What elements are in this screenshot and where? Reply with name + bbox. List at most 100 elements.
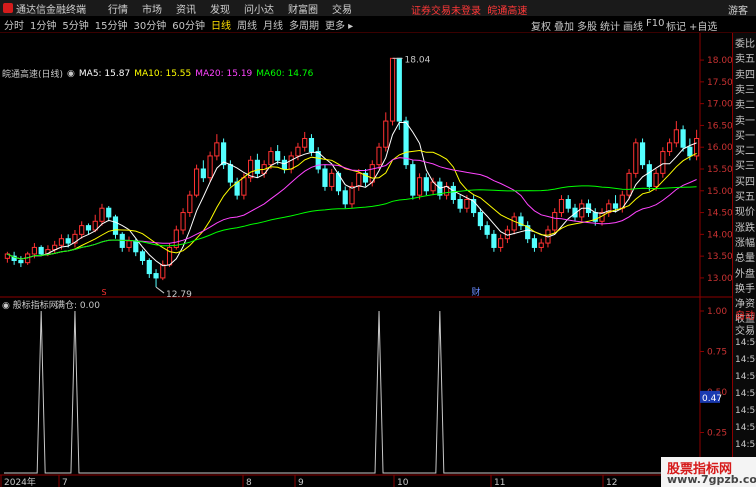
candle-body — [18, 260, 24, 264]
quote-label: 卖三 — [735, 84, 755, 96]
tool-adjust-button[interactable]: 复权 — [531, 18, 551, 33]
candle-body — [396, 57, 402, 122]
menu-item-trade[interactable]: 交易 — [332, 1, 352, 16]
candle-body — [342, 190, 348, 205]
candle-body — [180, 212, 186, 231]
indicator-tick-label: 1.00 — [707, 307, 727, 317]
candle-body — [558, 199, 565, 214]
candle-body — [484, 225, 490, 235]
candle-body — [275, 151, 281, 161]
candle-body — [85, 225, 92, 231]
period-1min[interactable]: 1分钟 — [30, 17, 56, 32]
candle-body — [666, 142, 673, 153]
high-annotation: 18.04 — [405, 55, 431, 65]
period-timeshare[interactable]: 分时 — [4, 17, 24, 32]
price-tick-label: 17.00 — [707, 100, 732, 110]
tick-time: 14:56 — [735, 406, 756, 416]
ma20-label: MA20: 15.19 — [195, 68, 253, 79]
quote-panel: 委比 卖五 卖四 卖三 卖二 卖一 买一 买二 买三 买四 买五 现价 涨跌 涨幅 总量 外盘 换手 净资 收益 自动… — [732, 33, 756, 487]
period-60min[interactable]: 60分钟 — [172, 17, 205, 32]
candle-body — [133, 240, 139, 253]
candle-body — [146, 260, 152, 275]
chart-area[interactable]: 18.00 17.50 17.00 16.50 16.00 15.50 15.00 14.50… — [0, 33, 732, 487]
candle-body — [531, 238, 538, 248]
period-weekly[interactable]: 周线 — [237, 17, 257, 32]
quote-label: 卖五 — [735, 54, 755, 66]
candle-body — [410, 164, 416, 196]
tool-overlay-button[interactable]: 叠加 — [554, 18, 574, 33]
candle-body — [65, 238, 71, 244]
candle-body — [389, 57, 396, 122]
candle-body — [356, 172, 362, 187]
tool-mark-button[interactable]: 标记 — [666, 18, 686, 33]
candle-body — [139, 251, 146, 262]
candle-body — [281, 159, 288, 170]
chart-info-line: 皖通高速(日线) ◉ MA5: 15.87 MA10: 15.55 MA20: … — [2, 67, 317, 81]
quote-label: 买二 — [735, 146, 755, 158]
candle-body — [295, 146, 301, 157]
candle-body — [187, 194, 193, 214]
tick-time: 14:56 — [735, 389, 756, 399]
candle-body — [383, 120, 389, 148]
candle-body — [214, 142, 220, 157]
watermark: 股票指标网 www.7gpzb.com — [661, 457, 756, 487]
price-tick-label: 15.50 — [707, 165, 732, 175]
login-notice[interactable]: 证券交易未登录 皖通高速 — [411, 2, 527, 17]
quote-label: 卖一 — [735, 115, 755, 127]
user-label[interactable]: 游客 — [728, 2, 748, 17]
tick-time: 14:56 — [735, 338, 756, 348]
period-monthly[interactable]: 月线 — [263, 17, 283, 32]
date-tick-label: 8 — [246, 478, 252, 487]
quote-label: 买一 — [735, 130, 755, 142]
menu-item-quotes[interactable]: 行情 — [108, 1, 128, 16]
kline-chart[interactable]: 18.00 17.50 17.00 16.50 16.00 15.50 15.00 14.50… — [0, 33, 732, 487]
candle-body — [268, 151, 274, 166]
low-annotation: 12.79 — [166, 290, 192, 300]
app-title: 通达信金融终端 — [16, 4, 86, 16]
tab-trade[interactable]: 交易 — [735, 322, 755, 337]
candle-body — [200, 168, 206, 179]
quote-label: 外盘 — [735, 268, 755, 280]
price-tick-label: 13.00 — [707, 274, 732, 284]
period-daily[interactable]: 日线 — [211, 17, 231, 32]
price-tick-label: 14.00 — [707, 230, 732, 240]
candle-body — [376, 146, 382, 166]
candle-body — [227, 164, 233, 183]
date-tick-label: 10 — [397, 478, 409, 487]
price-tick-label: 18.00 — [707, 56, 732, 66]
chart-background — [0, 33, 732, 487]
period-30min[interactable]: 30分钟 — [133, 17, 166, 32]
candle-body — [308, 138, 315, 153]
tool-multistock-button[interactable]: 多股 — [577, 18, 597, 33]
candle-body — [126, 240, 132, 248]
menu-item-discover[interactable]: 发现 — [210, 1, 230, 16]
period-multi[interactable]: 多周期 — [289, 17, 319, 32]
indicator-tick-label: 0.75 — [707, 348, 727, 358]
candle-body — [680, 129, 686, 148]
period-5min[interactable]: 5分钟 — [62, 17, 88, 32]
menu-item-market[interactable]: 市场 — [142, 1, 162, 16]
candle-body — [207, 155, 213, 179]
candle-body — [58, 238, 65, 246]
menu-item-news[interactable]: 资讯 — [176, 1, 196, 16]
candle-body — [329, 172, 335, 187]
tool-stats-button[interactable]: 统计 — [600, 18, 620, 33]
tool-watchlist-button[interactable]: +自选 — [689, 18, 717, 33]
period-15min[interactable]: 15分钟 — [95, 17, 128, 32]
quote-label: 买四 — [735, 176, 755, 188]
candle-body — [639, 142, 646, 166]
tab-auto[interactable]: 自动 — [735, 307, 755, 322]
settings-icon[interactable]: ◉ — [67, 69, 75, 79]
candle-body — [552, 212, 558, 231]
quote-label: 委比 — [735, 39, 755, 50]
candle-body — [193, 168, 200, 196]
menu-bar: 通达信金融终端 行情 市场 资讯 发现 问小达 财富圈 交易 证券交易未登录 皖… — [0, 0, 756, 17]
date-tick-label: 2024年 — [4, 476, 36, 487]
tick-time: 14:56 — [735, 423, 756, 433]
tool-draw-button[interactable]: 画线 — [623, 18, 643, 33]
menu-item-wealth[interactable]: 财富圈 — [288, 1, 318, 16]
tool-f10-button[interactable]: F10 — [646, 18, 664, 29]
menu-item-assistant[interactable]: 问小达 — [244, 1, 274, 16]
period-more[interactable]: 更多 ▸ — [325, 17, 353, 32]
price-tick-label: 16.50 — [707, 121, 732, 131]
